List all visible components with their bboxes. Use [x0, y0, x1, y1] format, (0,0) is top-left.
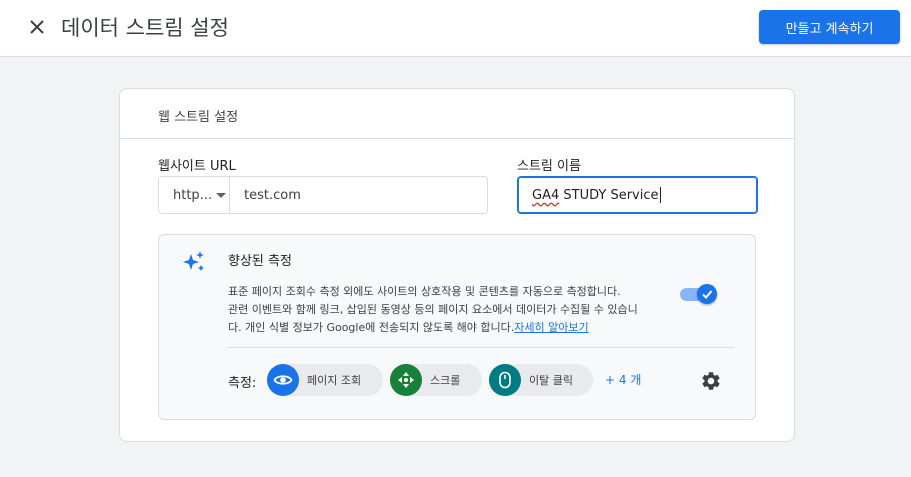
enhanced-measurement-toggle[interactable] — [680, 284, 717, 304]
card-title: 웹 스트림 설정 — [158, 110, 239, 125]
text-cursor — [659, 187, 661, 203]
website-url-label: 웹사이트 URL — [158, 159, 236, 174]
check-icon — [702, 290, 713, 299]
protocol-value: http... — [173, 187, 213, 203]
chip-label: 페이지 조회 — [307, 374, 362, 387]
description-line-3-text: 다. 개인 식별 정보가 Google에 전송되지 않도록 해야 합니다. — [228, 321, 515, 334]
top-app-bar: 데이터 스트림 설정 만들고 계속하기 — [0, 0, 911, 57]
protocol-select[interactable]: http... — [158, 176, 230, 214]
web-stream-settings-card: 웹 스트림 설정 웹사이트 URL 스트림 이름 http... test.co… — [119, 88, 795, 442]
enhanced-measurement-description: 표준 페이지 조회수 측정 외에도 사이트의 상호작용 및 콘텐츠를 자동으로 … — [228, 283, 680, 337]
divider — [228, 347, 734, 348]
create-and-continue-button[interactable]: 만들고 계속하기 — [759, 10, 900, 44]
more-metrics-link[interactable]: + 4 개 — [605, 371, 641, 388]
enhanced-measurement-panel: 향상된 측정 표준 페이지 조회수 측정 외에도 사이트의 상호작용 및 콘텐츠… — [158, 234, 756, 420]
compass-arrows-icon — [390, 364, 422, 396]
stream-name-value-rest: STUDY Service — [559, 187, 659, 203]
description-line-2: 관련 이벤트와 함께 링크, 삽입된 동영상 등의 페이지 요소에서 데이터가 … — [228, 303, 638, 316]
close-icon[interactable] — [24, 14, 50, 40]
caret-down-icon — [216, 192, 227, 198]
mouse-icon — [489, 364, 521, 396]
website-url-input[interactable]: test.com — [230, 176, 488, 214]
description-line-1: 표준 페이지 조회수 측정 외에도 사이트의 상호작용 및 콘텐츠를 자동으로 … — [228, 285, 621, 298]
stream-name-input[interactable]: GA4 STUDY Service — [517, 176, 758, 214]
chip-label: 스크롤 — [430, 374, 461, 387]
toggle-knob — [697, 284, 717, 304]
chip-label: 이탈 클릭 — [529, 374, 573, 387]
gear-icon[interactable] — [700, 370, 722, 392]
page-title: 데이터 스트림 설정 — [61, 16, 229, 40]
chip-page-views[interactable]: 페이지 조회 — [267, 364, 383, 396]
card-header: 웹 스트림 설정 — [120, 89, 794, 139]
description-line-3: 다. 개인 식별 정보가 Google에 전송되지 않도록 해야 합니다.자세히… — [228, 319, 680, 337]
learn-more-link[interactable]: 자세히 알아보기 — [514, 321, 588, 334]
eye-icon — [267, 364, 299, 396]
stream-name-value-prefix: GA4 — [532, 187, 560, 203]
sparkle-icon — [183, 251, 204, 271]
stream-name-label: 스트림 이름 — [517, 159, 581, 174]
enhanced-measurement-title: 향상된 측정 — [228, 254, 292, 269]
chip-outbound-clicks[interactable]: 이탈 클릭 — [489, 364, 593, 396]
measure-label: 측정: — [228, 376, 257, 391]
chip-scrolls[interactable]: 스크롤 — [390, 364, 482, 396]
